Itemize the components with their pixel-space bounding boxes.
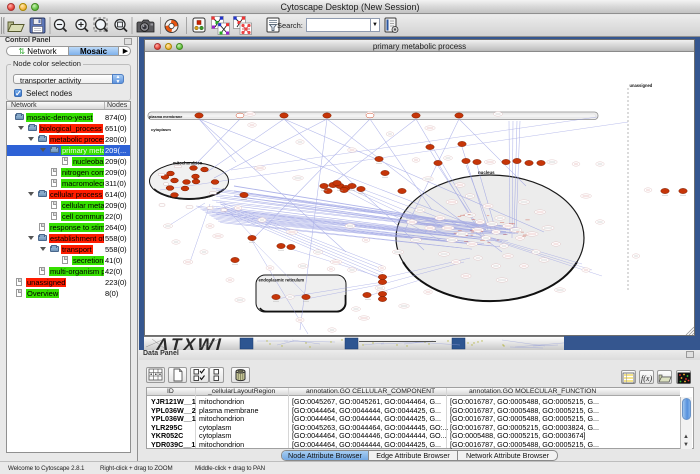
svg-text:plasma membrane: plasma membrane (149, 115, 182, 119)
svg-text:ΛTΧWΙ: ΛTΧWΙ (155, 337, 226, 350)
svg-text:f(x): f(x) (641, 374, 652, 383)
svg-text:mitochondrion: mitochondrion (173, 161, 203, 166)
svg-text:nucleus: nucleus (478, 170, 495, 175)
svg-text:cytoplasm: cytoplasm (151, 127, 171, 132)
svg-text:endoplasmic reticulum: endoplasmic reticulum (259, 278, 305, 283)
svg-text:unassigned: unassigned (630, 83, 653, 88)
